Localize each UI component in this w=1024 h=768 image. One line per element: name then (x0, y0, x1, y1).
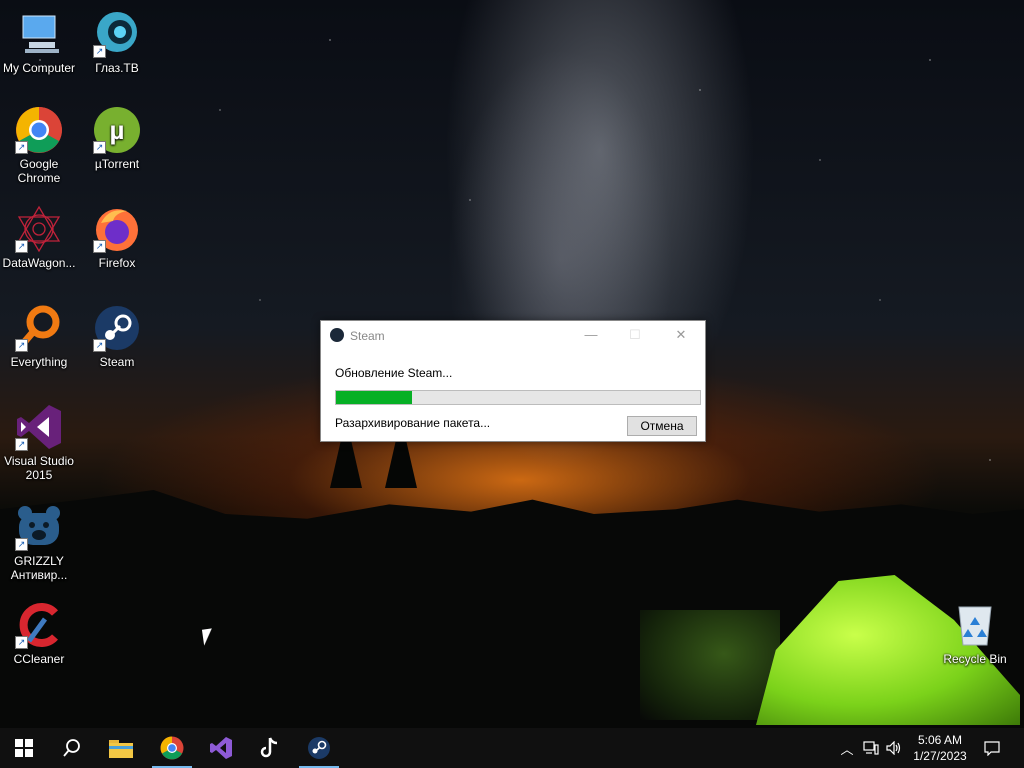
steam-icon: ↗ (93, 304, 141, 352)
desktop-icon-label: µTorrent (94, 157, 140, 171)
utorrent-icon: µ ↗ (93, 106, 141, 154)
dialog-titlebar[interactable]: Steam — ☐ ✕ (321, 321, 705, 349)
shortcut-arrow-icon: ↗ (15, 141, 28, 154)
desktop-icon-label: Visual Studio 2015 (4, 454, 74, 482)
desktop-icon-google-chrome[interactable]: ↗ Google Chrome (0, 106, 78, 185)
desktop-icon-label: GRIZZLY Антивир... (10, 554, 68, 582)
steam-icon (308, 737, 330, 759)
mouse-cursor (201, 628, 215, 646)
search-icon (63, 739, 80, 757)
shortcut-arrow-icon: ↗ (93, 45, 106, 58)
steam-update-dialog: Steam — ☐ ✕ Обновление Steam... Разархив… (320, 320, 706, 442)
desktop-icon-firefox[interactable]: ↗ Firefox (78, 205, 156, 270)
tiktok-icon (260, 737, 278, 758)
everything-search-icon: ↗ (15, 304, 63, 352)
folder-icon (109, 740, 133, 758)
desktop-icon-label: Google Chrome (17, 157, 61, 185)
firefox-icon: ↗ (93, 205, 141, 253)
desktop-icon-label: My Computer (2, 61, 76, 75)
shortcut-arrow-icon: ↗ (15, 538, 28, 551)
clock-date: 1/27/2023 (913, 749, 967, 763)
start-button[interactable] (0, 728, 48, 768)
desktop-icon-everything[interactable]: ↗ Everything (0, 304, 78, 369)
computer-icon (15, 10, 63, 58)
show-hidden-icons-button[interactable]: ︿ (838, 728, 856, 768)
clock-time: 5:06 AM (917, 733, 963, 747)
taskbar: ︿ 5:06 AM 1/27/2023 (0, 728, 1024, 768)
shortcut-arrow-icon: ↗ (15, 240, 28, 253)
chrome-icon (160, 736, 184, 760)
update-progress-bar (335, 390, 701, 405)
notification-icon (984, 740, 1000, 756)
visual-studio-icon: ↗ (15, 403, 63, 451)
desktop-icon-label: Firefox (98, 256, 136, 270)
steam-app-icon (330, 328, 344, 342)
maximize-button: ☐ (629, 327, 641, 342)
close-button[interactable]: ✕ (658, 321, 704, 349)
shortcut-arrow-icon: ↗ (15, 339, 28, 352)
search-button[interactable] (48, 728, 96, 768)
desktop-icon-label: CCleaner (13, 652, 65, 666)
desktop-icon-recycle-bin[interactable]: Recycle Bin (936, 601, 1014, 666)
windows-logo-icon (15, 739, 33, 757)
chevron-up-icon: ︿ (840, 741, 854, 757)
dialog-title: Steam (350, 329, 385, 343)
taskbar-chrome[interactable] (148, 728, 196, 768)
grass (640, 610, 780, 720)
desktop-icon-ccleaner[interactable]: ↗ CCleaner (0, 601, 78, 666)
status-text: Разархивирование пакета... (335, 416, 491, 430)
chrome-icon: ↗ (15, 106, 63, 154)
progress-fill (336, 391, 413, 404)
minimize-button[interactable]: — (568, 321, 614, 349)
desktop-icon-my-computer[interactable]: My Computer (0, 10, 78, 75)
cancel-button[interactable]: Отмена (627, 416, 697, 436)
grizzly-antivirus-icon: ↗ (15, 503, 63, 551)
desktop-icon-label: Steam (99, 355, 135, 369)
taskbar-clock[interactable]: 5:06 AM 1/27/2023 (906, 730, 974, 764)
taskbar-tiktok[interactable] (245, 728, 293, 768)
desktop-icon-utorrent[interactable]: µ ↗ µTorrent (78, 106, 156, 171)
shortcut-arrow-icon: ↗ (93, 141, 106, 154)
desktop-icon-label: Recycle Bin (943, 652, 1007, 666)
desktop-icon-label: Everything (10, 355, 68, 369)
shortcut-arrow-icon: ↗ (15, 438, 28, 451)
desktop-icon-label: Глаз.ТВ (95, 61, 139, 75)
taskbar-visual-studio[interactable] (197, 728, 245, 768)
desktop-icon-visual-studio[interactable]: ↗ Visual Studio 2015 (0, 403, 78, 482)
recycle-bin-icon (951, 601, 999, 649)
taskbar-file-explorer[interactable] (97, 728, 145, 768)
desktop: My Computer ↗ Глаз.ТВ ↗ Google Chrome µ … (0, 0, 1024, 728)
shortcut-arrow-icon: ↗ (93, 240, 106, 253)
shortcut-arrow-icon: ↗ (93, 339, 106, 352)
volume-button[interactable] (884, 728, 904, 768)
network-icon (863, 741, 879, 755)
desktop-icon-grizzly[interactable]: ↗ GRIZZLY Антивир... (0, 503, 78, 582)
action-center-button[interactable] (980, 728, 1004, 768)
ccleaner-icon: ↗ (15, 601, 63, 649)
desktop-icon-label: DataWagon... (2, 256, 76, 270)
desktop-icon-steam[interactable]: ↗ Steam (78, 304, 156, 369)
datawagon-icon: ↗ (15, 205, 63, 253)
shortcut-arrow-icon: ↗ (15, 636, 28, 649)
update-message: Обновление Steam... (335, 366, 453, 380)
taskbar-steam[interactable] (295, 728, 343, 768)
glaz-tv-icon: ↗ (93, 10, 141, 58)
desktop-icon-glaz-tv[interactable]: ↗ Глаз.ТВ (78, 10, 156, 75)
visual-studio-icon (210, 737, 232, 759)
speaker-icon (886, 741, 901, 755)
network-button[interactable] (860, 728, 882, 768)
svg-text:µ: µ (110, 115, 125, 145)
desktop-icon-datawagon[interactable]: ↗ DataWagon... (0, 205, 78, 270)
